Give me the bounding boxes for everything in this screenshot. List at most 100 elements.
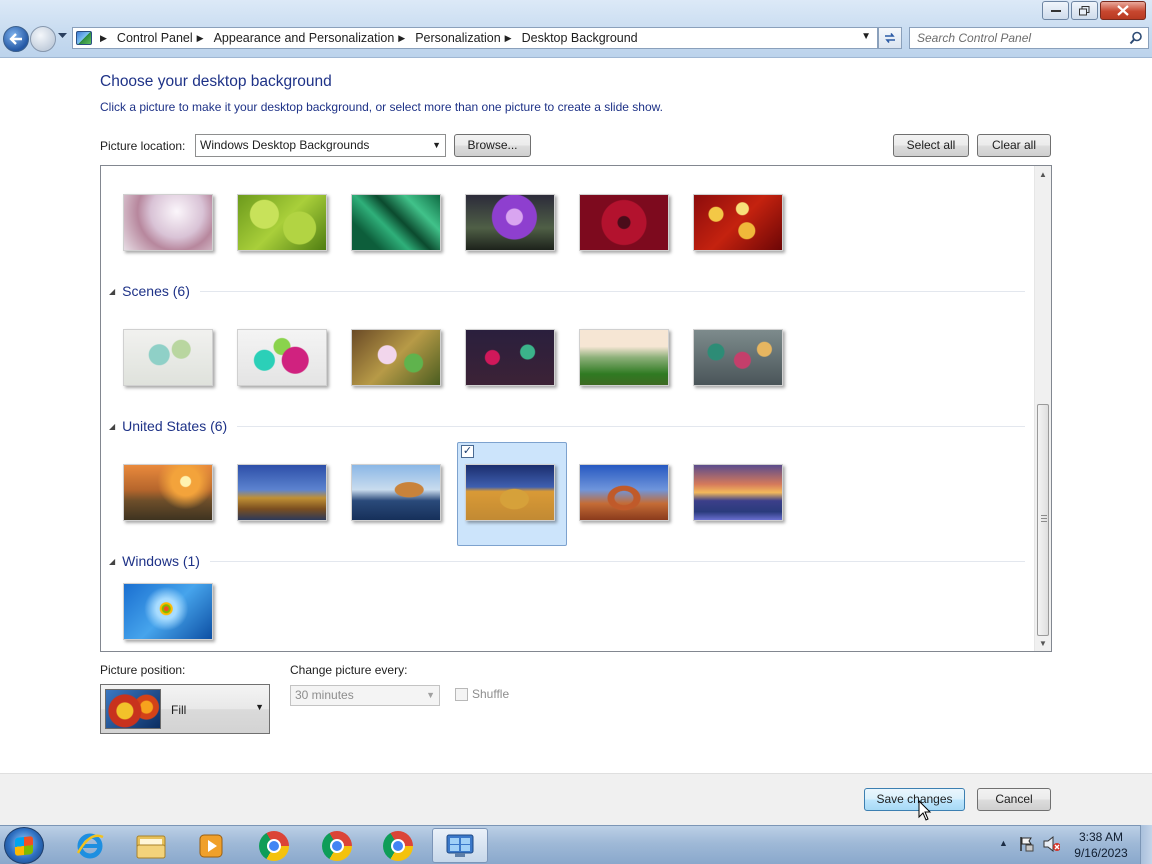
browse-button[interactable]: Browse... xyxy=(454,134,531,157)
taskbar-chrome-3[interactable] xyxy=(370,828,426,863)
refresh-icon xyxy=(885,33,895,43)
taskbar-control-panel[interactable] xyxy=(432,828,488,863)
group-header-windows[interactable]: ◢ Windows (1) xyxy=(109,553,1025,569)
chevron-right-icon[interactable]: ▶ xyxy=(197,33,204,44)
scroll-down-arrow-icon[interactable]: ▼ xyxy=(1039,639,1047,648)
change-picture-interval-value: 30 minutes xyxy=(295,688,354,702)
arrow-left-icon xyxy=(9,33,22,45)
clear-all-button[interactable]: Clear all xyxy=(977,134,1051,157)
restore-button[interactable] xyxy=(1071,1,1098,20)
picture-position-dropdown[interactable]: Fill ▼ xyxy=(100,684,270,734)
chevron-down-icon: ▼ xyxy=(432,140,441,150)
refresh-button[interactable] xyxy=(878,27,902,49)
group-header-scenes[interactable]: ◢ Scenes (6) xyxy=(109,283,1025,299)
close-button[interactable] xyxy=(1100,1,1146,20)
taskbar-chrome-1[interactable] xyxy=(246,828,302,863)
picture-thumbnail-scenes-4[interactable] xyxy=(465,329,555,386)
picture-select-checkbox[interactable]: ✓ xyxy=(461,445,474,458)
collapse-triangle-icon[interactable]: ◢ xyxy=(109,287,115,296)
group-divider xyxy=(209,560,1025,562)
picture-position-label: Picture position: xyxy=(100,663,186,677)
picture-thumbnail-us-arch[interactable] xyxy=(579,464,669,521)
system-clock[interactable]: 3:38 AM 9/16/2023 xyxy=(1070,829,1132,861)
group-divider xyxy=(237,425,1025,427)
show-hidden-icons-icon[interactable]: ▲ xyxy=(999,838,1008,848)
start-button[interactable] xyxy=(4,827,44,864)
collapse-triangle-icon[interactable]: ◢ xyxy=(109,422,115,431)
cancel-button[interactable]: Cancel xyxy=(977,788,1051,811)
change-picture-interval-dropdown[interactable]: 30 minutes ▼ xyxy=(290,685,440,706)
recent-pages-dropdown[interactable] xyxy=(58,33,67,39)
picture-location-label: Picture location: xyxy=(100,139,186,153)
breadcrumb-desktop-background[interactable]: Desktop Background xyxy=(522,31,638,45)
action-center-flag-icon[interactable] xyxy=(1017,835,1035,853)
breadcrumb-appearance[interactable]: Appearance and Personalization xyxy=(214,31,395,45)
change-picture-label: Change picture every: xyxy=(290,663,408,677)
picture-thumbnail-nature-3[interactable] xyxy=(351,194,441,251)
volume-muted-icon[interactable] xyxy=(1042,835,1060,853)
picture-thumbnail-scenes-3[interactable] xyxy=(351,329,441,386)
picture-thumbnail-us-lake-sunset[interactable] xyxy=(693,464,783,521)
clock-date: 9/16/2023 xyxy=(1074,846,1128,860)
folder-icon xyxy=(136,835,166,858)
picture-thumbnail-scenes-1[interactable] xyxy=(123,329,213,386)
minimize-button[interactable] xyxy=(1042,1,1069,20)
close-icon xyxy=(1117,5,1129,16)
vertical-scrollbar[interactable]: ▲ ▼ xyxy=(1034,166,1051,651)
search-input[interactable] xyxy=(910,28,1120,48)
back-button[interactable] xyxy=(3,26,29,52)
picture-thumbnail-nature-6[interactable] xyxy=(693,194,783,251)
picture-thumbnail-nature-1[interactable] xyxy=(123,194,213,251)
chevron-right-icon[interactable]: ▶ xyxy=(505,33,512,44)
scroll-up-arrow-icon[interactable]: ▲ xyxy=(1039,170,1047,179)
picture-thumbnail-us-hay-bale[interactable] xyxy=(465,464,555,521)
save-changes-button[interactable]: Save changes xyxy=(864,788,965,811)
picture-thumbnail-windows-logo[interactable] xyxy=(123,583,213,640)
chevron-right-icon[interactable]: ▶ xyxy=(398,33,405,44)
taskbar xyxy=(0,825,1152,864)
shuffle-checkbox[interactable] xyxy=(455,688,468,701)
taskbar-windows-explorer[interactable] xyxy=(123,828,179,863)
picture-thumbnail-nature-4[interactable] xyxy=(465,194,555,251)
picture-thumbnail-scenes-5[interactable] xyxy=(579,329,669,386)
picture-thumbnail-us-lighthouse[interactable] xyxy=(237,464,327,521)
taskbar-media-player[interactable] xyxy=(183,828,239,863)
address-bar[interactable]: ▶ Control Panel ▶ Appearance and Persona… xyxy=(72,27,878,49)
picture-thumbnail-scenes-6[interactable] xyxy=(693,329,783,386)
show-desktop-button[interactable] xyxy=(1140,825,1152,864)
picture-thumbnail-us-sunset-field[interactable] xyxy=(123,464,213,521)
breadcrumb-personalization[interactable]: Personalization xyxy=(415,31,500,45)
picture-thumbnail-us-rock-coast[interactable] xyxy=(351,464,441,521)
taskbar-chrome-2[interactable] xyxy=(309,828,365,863)
mouse-pointer-icon xyxy=(918,800,932,821)
window-controls xyxy=(1042,1,1146,20)
picture-thumbnail-scenes-2[interactable] xyxy=(237,329,327,386)
picture-gallery[interactable]: ◢ Scenes (6) ◢ United States (6) ✓ ◢ Win… xyxy=(100,165,1052,652)
collapse-triangle-icon[interactable]: ◢ xyxy=(109,557,115,566)
select-all-button[interactable]: Select all xyxy=(893,134,969,157)
address-history-dropdown[interactable]: ▼ xyxy=(861,31,871,42)
picture-thumbnail-nature-2[interactable] xyxy=(237,194,327,251)
window-titlebar: ▶ Control Panel ▶ Appearance and Persona… xyxy=(0,0,1152,58)
group-header-united-states[interactable]: ◢ United States (6) xyxy=(109,418,1025,434)
taskbar-internet-explorer[interactable] xyxy=(62,828,118,863)
chevron-down-icon: ▼ xyxy=(255,702,264,712)
scrollbar-thumb[interactable] xyxy=(1037,404,1049,636)
shuffle-label[interactable]: Shuffle xyxy=(472,687,509,701)
chrome-icon xyxy=(322,830,352,861)
control-panel-icon xyxy=(446,834,474,857)
picture-position-value: Fill xyxy=(171,703,187,717)
windows-logo-icon xyxy=(15,836,33,856)
chevron-right-icon[interactable]: ▶ xyxy=(100,33,107,44)
group-title: Scenes (6) xyxy=(122,283,190,299)
picture-location-dropdown[interactable]: Windows Desktop Backgrounds ▼ xyxy=(195,134,446,157)
page-title: Choose your desktop background xyxy=(100,73,332,90)
minimize-icon xyxy=(1050,9,1061,12)
search-box[interactable] xyxy=(909,27,1149,49)
group-title: Windows (1) xyxy=(122,553,200,569)
forward-button[interactable] xyxy=(30,26,56,52)
search-icon[interactable] xyxy=(1129,31,1143,45)
picture-thumbnail-nature-5[interactable] xyxy=(579,194,669,251)
breadcrumb-control-panel[interactable]: Control Panel xyxy=(117,31,193,45)
picture-location-value: Windows Desktop Backgrounds xyxy=(200,138,370,152)
